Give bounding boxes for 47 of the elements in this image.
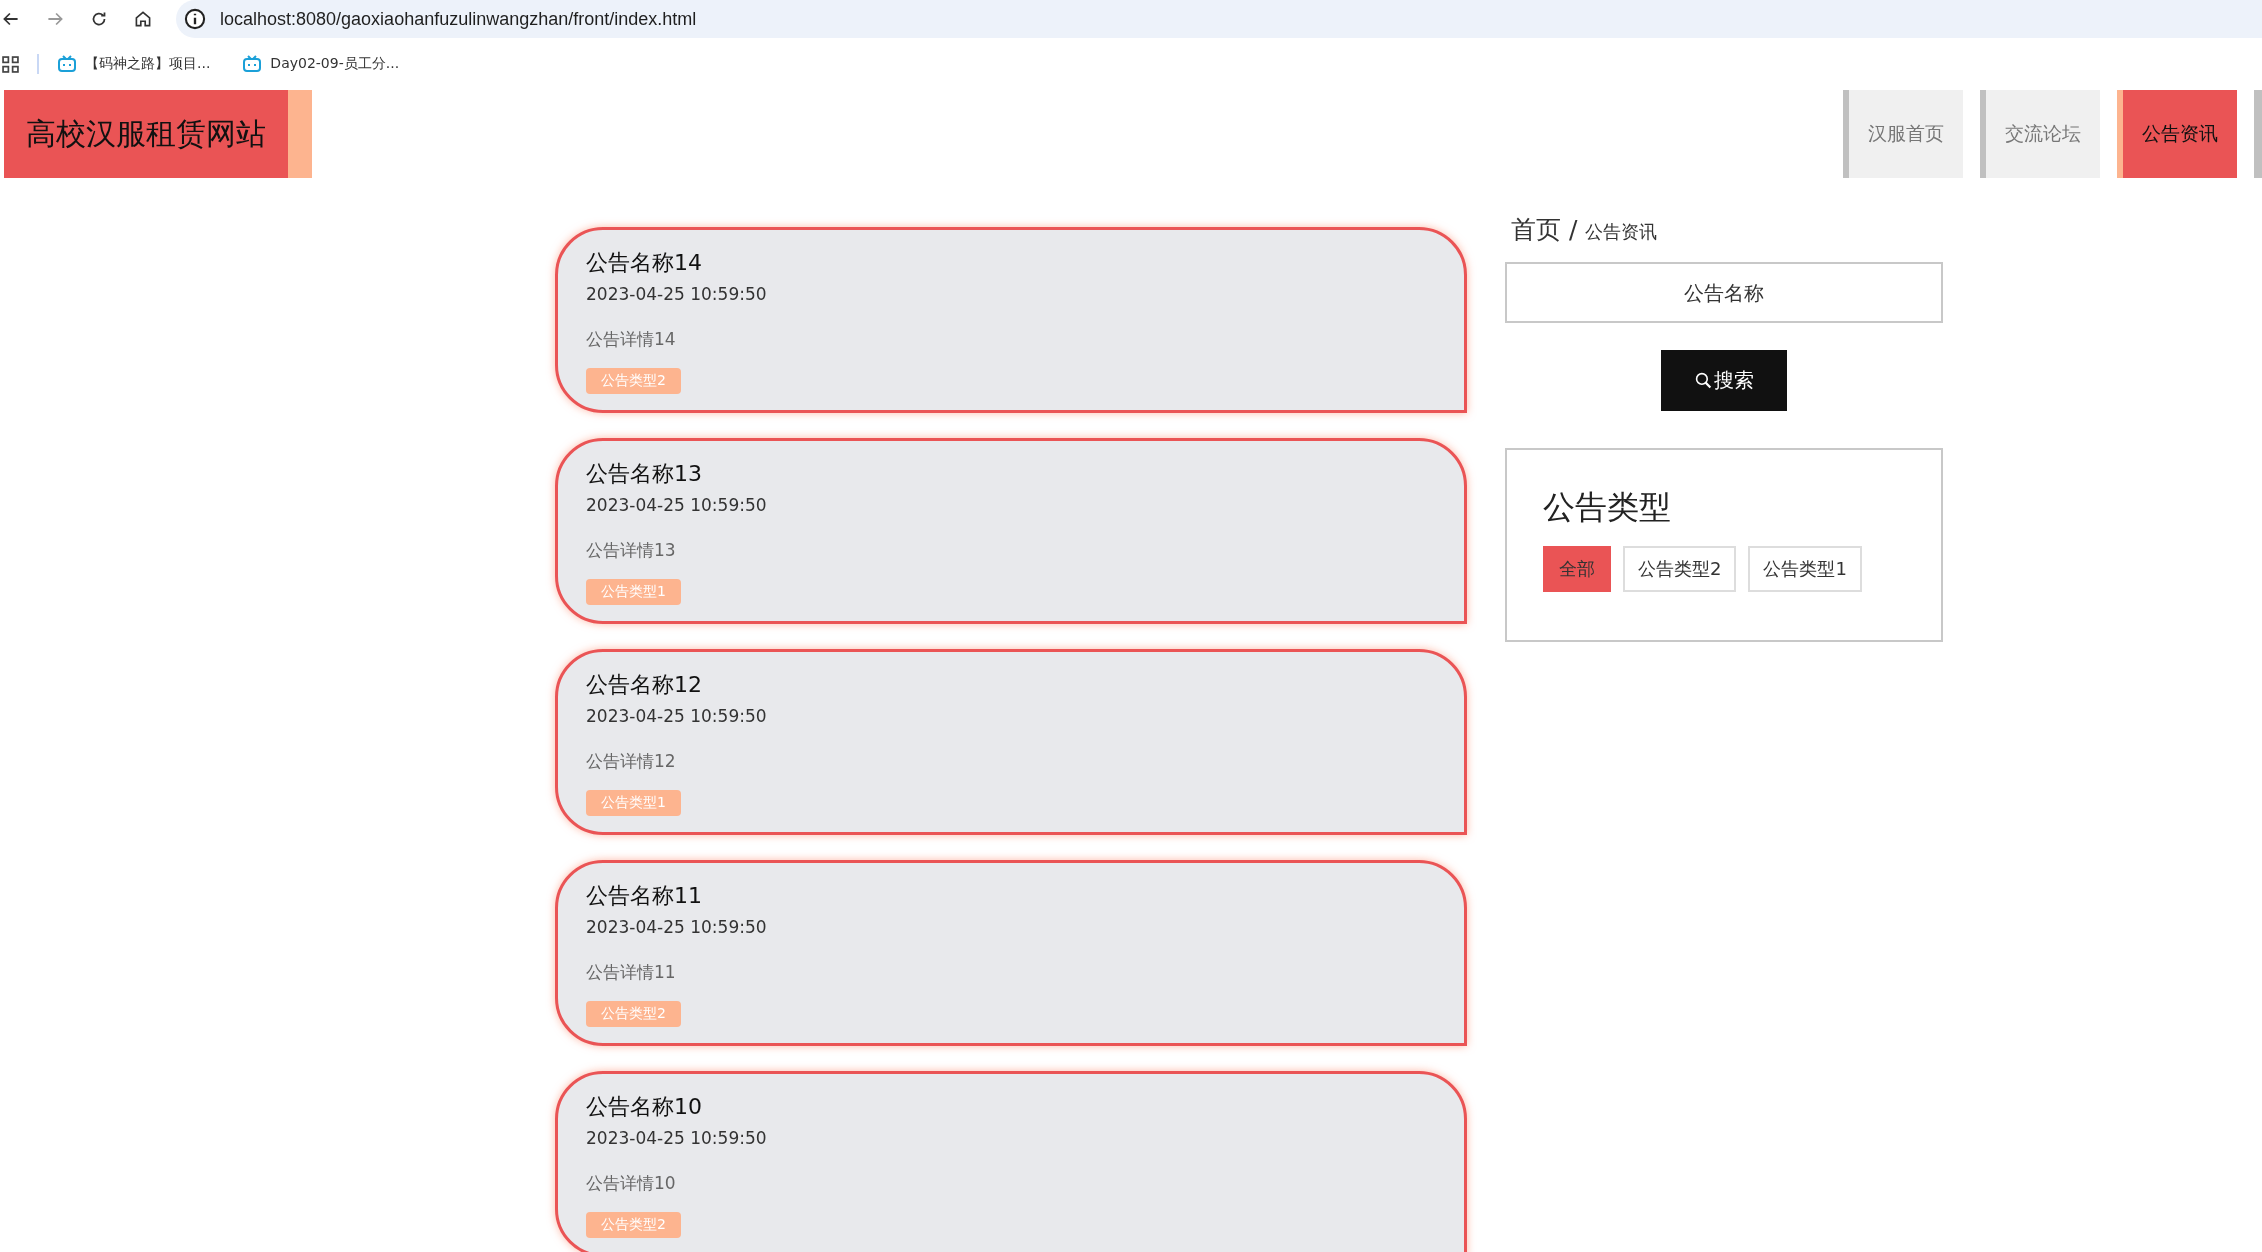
notice-title: 公告名称12	[586, 671, 702, 699]
nav-tab[interactable]: 公告资讯	[2117, 90, 2237, 178]
notice-title: 公告名称14	[586, 249, 702, 277]
site-logo[interactable]: 高校汉服租赁网站	[4, 90, 312, 178]
notice-card[interactable]: 公告名称13 2023-04-25 10:59:50 公告详情13 公告类型1	[555, 438, 1467, 624]
url-text: localhost:8080/gaoxiaohanfuzulinwangzhan/front/index.html	[220, 8, 697, 30]
notice-type-tag: 公告类型2	[586, 1001, 681, 1027]
breadcrumb-home[interactable]: 首页	[1511, 213, 1561, 246]
apps-grid-icon[interactable]	[2, 55, 19, 73]
notice-detail: 公告详情10	[586, 1172, 676, 1195]
notice-card[interactable]: 公告名称11 2023-04-25 10:59:50 公告详情11 公告类型2	[555, 860, 1467, 1046]
notice-card[interactable]: 公告名称14 2023-04-25 10:59:50 公告详情14 公告类型2	[555, 227, 1467, 413]
search-button[interactable]: 搜索	[1661, 350, 1787, 411]
notice-time: 2023-04-25 10:59:50	[586, 917, 767, 937]
bookmark[interactable]: 【码神之路】项目...	[57, 55, 211, 73]
type-filter[interactable]: 公告类型1	[1748, 546, 1862, 592]
breadcrumb-separator: /	[1569, 215, 1578, 244]
notice-type-tag: 公告类型2	[586, 1212, 681, 1238]
notice-type-tag: 公告类型1	[586, 579, 681, 605]
notice-type-tag: 公告类型1	[586, 790, 681, 816]
notice-title: 公告名称13	[586, 460, 702, 488]
search-icon	[1694, 372, 1712, 389]
bookmark[interactable]: Day02-09-员工分...	[242, 55, 400, 73]
search-field[interactable]: 公告名称	[1505, 262, 1943, 323]
notice-detail: 公告详情14	[586, 328, 676, 351]
notice-card[interactable]: 公告名称12 2023-04-25 10:59:50 公告详情12 公告类型1	[555, 649, 1467, 835]
panel-title: 公告类型	[1543, 487, 1672, 528]
notice-title: 公告名称11	[586, 882, 702, 910]
notice-time: 2023-04-25 10:59:50	[586, 706, 767, 726]
nav-tab[interactable]: 交流论坛	[1980, 90, 2100, 178]
nav-tab[interactable]: 汉服首页	[1843, 90, 1963, 178]
info-icon[interactable]	[182, 6, 208, 32]
notice-detail: 公告详情12	[586, 750, 676, 773]
type-filter[interactable]: 全部	[1543, 546, 1611, 592]
notice-detail: 公告详情11	[586, 961, 676, 984]
breadcrumb-current: 公告资讯	[1585, 220, 1658, 244]
notice-card[interactable]: 公告名称10 2023-04-25 10:59:50 公告详情10 公告类型2	[555, 1071, 1467, 1252]
notice-time: 2023-04-25 10:59:50	[586, 284, 767, 304]
tv-icon	[242, 55, 263, 73]
type-filter[interactable]: 公告类型2	[1623, 546, 1737, 592]
address-bar[interactable]: localhost:8080/gaoxiaohanfuzulinwangzhan/front/index.html	[176, 0, 2262, 38]
notice-time: 2023-04-25 10:59:50	[586, 1128, 767, 1148]
notice-detail: 公告详情13	[586, 539, 676, 562]
notice-type-tag: 公告类型2	[586, 368, 681, 394]
notice-time: 2023-04-25 10:59:50	[586, 495, 767, 515]
notice-title: 公告名称10	[586, 1093, 702, 1121]
tv-icon	[57, 55, 77, 73]
